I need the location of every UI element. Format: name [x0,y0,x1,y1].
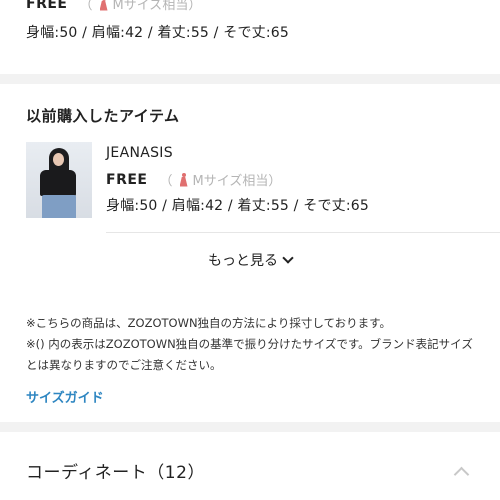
current-size-hint-text: Mサイズ相当） [112,0,202,13]
product-size-hint-text: Mサイズ相当） [192,174,282,189]
divider [106,232,500,233]
current-size-card: FREE （ Mサイズ相当） 身幅:50 / 肩幅:42 / 着丈:55 / そ… [0,0,500,74]
hint-open-paren: （ [159,174,173,189]
product-brand[interactable]: JEANASIS [106,145,173,161]
product-thumbnail[interactable] [26,142,92,218]
previous-purchase-title: 以前購入したアイテム [26,107,180,125]
coordinate-section[interactable]: コーディネート（12） [0,432,500,500]
size-note: ※() 内の表示はZOZOTOWN独自の基準で振り分けたサイズです。ブランド表記… [26,337,473,372]
chevron-up-icon[interactable] [453,466,470,483]
current-size-measurements: 身幅:50 / 肩幅:42 / 着丈:55 / そで丈:65 [26,25,289,41]
product-size-label: FREE [106,171,148,188]
hint-open-paren: （ [79,0,93,13]
chevron-down-icon [282,252,294,264]
show-more-button[interactable]: もっと見る [0,248,500,272]
product-size-hint: （ Mサイズ相当） [159,170,281,189]
product-measurements: 身幅:50 / 肩幅:42 / 着丈:55 / そで丈:65 [106,198,369,214]
show-more-label: もっと見る [208,253,278,269]
size-guide-link[interactable]: サイズガイド [26,387,104,406]
hanger-icon [99,0,109,11]
current-size-row: FREE （ Mサイズ相当） [26,0,201,13]
current-size-label: FREE [26,0,68,12]
current-size-hint: （ Mサイズ相当） [79,0,201,13]
measurement-note: ※こちらの商品は、ZOZOTOWN独自の方法により採寸しております。 [26,316,391,330]
product-size-row: FREE （ Mサイズ相当） [106,170,281,190]
coordinate-title: コーディネート（12） [26,463,205,483]
previous-purchase-card: 以前購入したアイテム JEANASIS FREE （ Mサイズ相当） 身幅:50… [0,84,500,422]
hanger-icon [179,172,189,187]
